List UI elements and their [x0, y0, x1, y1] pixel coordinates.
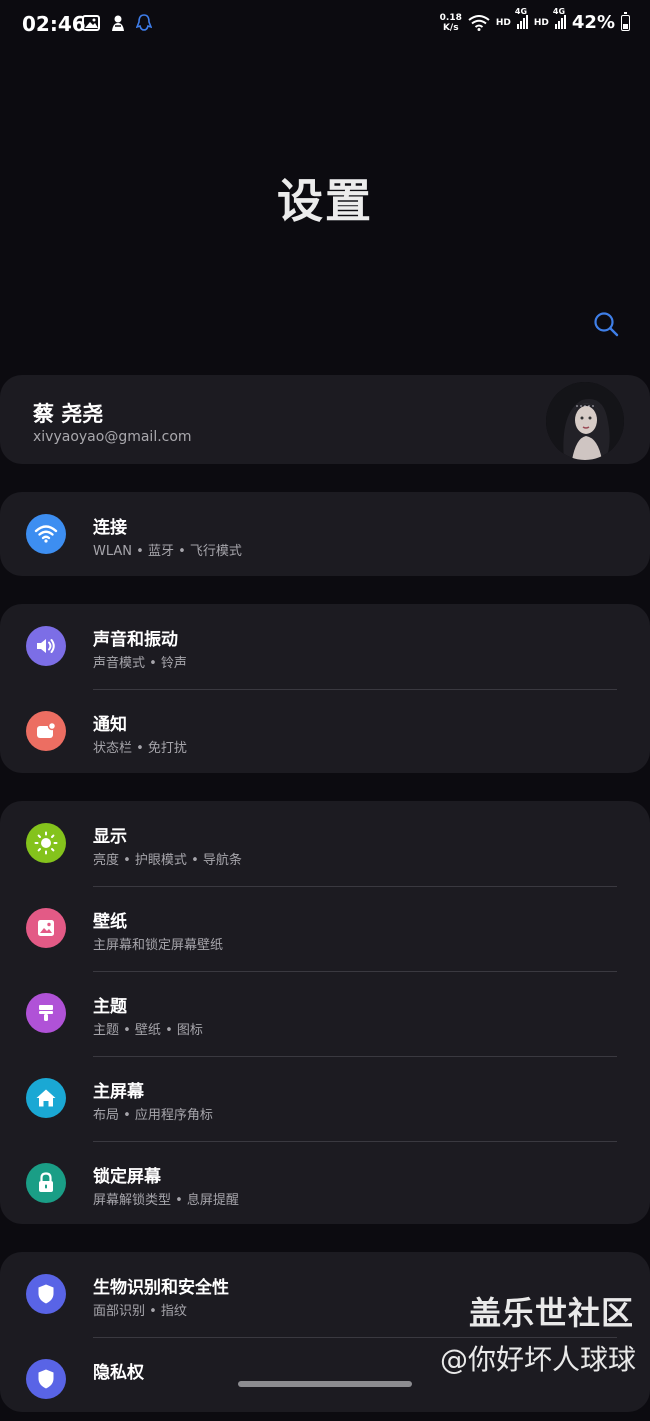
theme-brush-icon — [26, 993, 66, 1033]
battery-percent: 42% — [571, 12, 615, 33]
settings-item-subtitle: 声音模式 • 铃声 — [93, 656, 187, 671]
settings-group-display: 显示 亮度 • 护眼模式 • 导航条 壁纸 主屏幕和锁定屏幕壁纸 主题 主题 •… — [0, 801, 650, 1224]
notification-icon — [26, 711, 66, 751]
status-notification-icons — [82, 14, 152, 32]
settings-item-subtitle: 屏幕解锁类型 • 息屏提醒 — [93, 1193, 239, 1208]
settings-item-subtitle: 主屏幕和锁定屏幕壁纸 — [93, 938, 224, 953]
page-title: 设置 — [277, 174, 373, 228]
settings-item-subtitle: 亮度 • 护眼模式 • 导航条 — [93, 853, 242, 868]
settings-item-notifications[interactable]: 通知 状态栏 • 免打扰 — [0, 689, 650, 773]
battery-icon — [621, 11, 630, 31]
settings-item-sound[interactable]: 声音和振动 声音模式 • 铃声 — [0, 604, 650, 688]
settings-item-title: 连接 — [93, 518, 127, 538]
settings-item-subtitle: 状态栏 • 免打扰 — [93, 741, 187, 756]
volume-icon — [26, 626, 66, 666]
settings-group-sound: 声音和振动 声音模式 • 铃声 通知 状态栏 • 免打扰 — [0, 604, 650, 773]
status-bar: 02:46 0.18 K/s HD 4G HD 4G 42% — [0, 0, 650, 50]
network-speed-value: 0.18 — [439, 12, 462, 23]
settings-item-subtitle: WLAN • 蓝牙 • 飞行模式 — [93, 544, 242, 559]
wifi-icon — [26, 514, 66, 554]
settings-item-wallpaper[interactable]: 壁纸 主屏幕和锁定屏幕壁纸 — [0, 886, 650, 970]
network-speed-unit: K/s — [442, 22, 459, 33]
account-card[interactable]: 蔡 尧尧 xivyaoyao@gmail.com — [0, 375, 650, 464]
settings-item-title: 显示 — [93, 827, 127, 847]
settings-group-connections: 连接 WLAN • 蓝牙 • 飞行模式 — [0, 492, 650, 576]
app-notification-icon — [112, 15, 124, 31]
sun-icon — [26, 823, 66, 863]
settings-item-title: 壁纸 — [93, 912, 127, 932]
battery-level — [623, 23, 628, 29]
wifi-status-icon — [468, 14, 490, 31]
settings-item-subtitle: 面部识别 • 指纹 — [93, 1304, 187, 1319]
search-button[interactable] — [590, 308, 622, 340]
shield-icon — [26, 1359, 66, 1399]
settings-item-display[interactable]: 显示 亮度 • 护眼模式 • 导航条 — [0, 801, 650, 885]
settings-item-title: 声音和振动 — [93, 630, 178, 650]
cellular-signal-2-icon: 4G — [553, 7, 566, 33]
account-name: 蔡 尧尧 — [33, 402, 104, 426]
settings-item-title: 通知 — [93, 715, 127, 735]
settings-item-subtitle: 布局 • 应用程序角标 — [93, 1108, 213, 1123]
hd-label-2: HD — [533, 17, 549, 28]
wallpaper-icon — [26, 908, 66, 948]
settings-item-subtitle: 主题 • 壁纸 • 图标 — [93, 1023, 203, 1038]
lock-icon — [26, 1163, 66, 1203]
settings-item-title: 生物识别和安全性 — [93, 1278, 229, 1298]
settings-item-home-screen[interactable]: 主屏幕 布局 • 应用程序角标 — [0, 1056, 650, 1140]
net-type-2: 4G — [552, 6, 566, 16]
settings-item-themes[interactable]: 主题 主题 • 壁纸 • 图标 — [0, 971, 650, 1055]
avatar[interactable] — [546, 382, 624, 460]
net-type-1: 4G — [514, 6, 528, 16]
watermark-community: 盖乐世社区 — [468, 1294, 634, 1332]
settings-item-title: 主题 — [93, 997, 127, 1017]
settings-item-title: 隐私权 — [93, 1363, 144, 1383]
avatar-image — [546, 382, 624, 460]
qq-notification-icon — [136, 14, 152, 31]
home-icon — [26, 1078, 66, 1118]
network-speed: 0.18 K/s — [440, 13, 462, 33]
settings-item-connections[interactable]: 连接 WLAN • 蓝牙 • 飞行模式 — [0, 492, 650, 576]
shield-icon — [26, 1274, 66, 1314]
status-time: 02:46 — [22, 12, 86, 36]
status-indicators: 0.18 K/s HD 4G HD 4G 42% — [440, 7, 630, 33]
watermark-author: @你好坏人球球 — [439, 1343, 636, 1376]
settings-item-title: 锁定屏幕 — [93, 1167, 161, 1187]
cellular-signal-1-icon: 4G — [515, 7, 528, 33]
settings-item-lock-screen[interactable]: 锁定屏幕 屏幕解锁类型 • 息屏提醒 — [0, 1141, 650, 1225]
account-email: xivyaoyao@gmail.com — [33, 429, 192, 445]
gesture-navigation-bar[interactable] — [238, 1381, 412, 1387]
search-icon[interactable] — [590, 308, 622, 340]
gallery-notification-icon — [82, 15, 100, 31]
hd-label-1: HD — [495, 17, 511, 28]
settings-item-title: 主屏幕 — [93, 1082, 144, 1102]
